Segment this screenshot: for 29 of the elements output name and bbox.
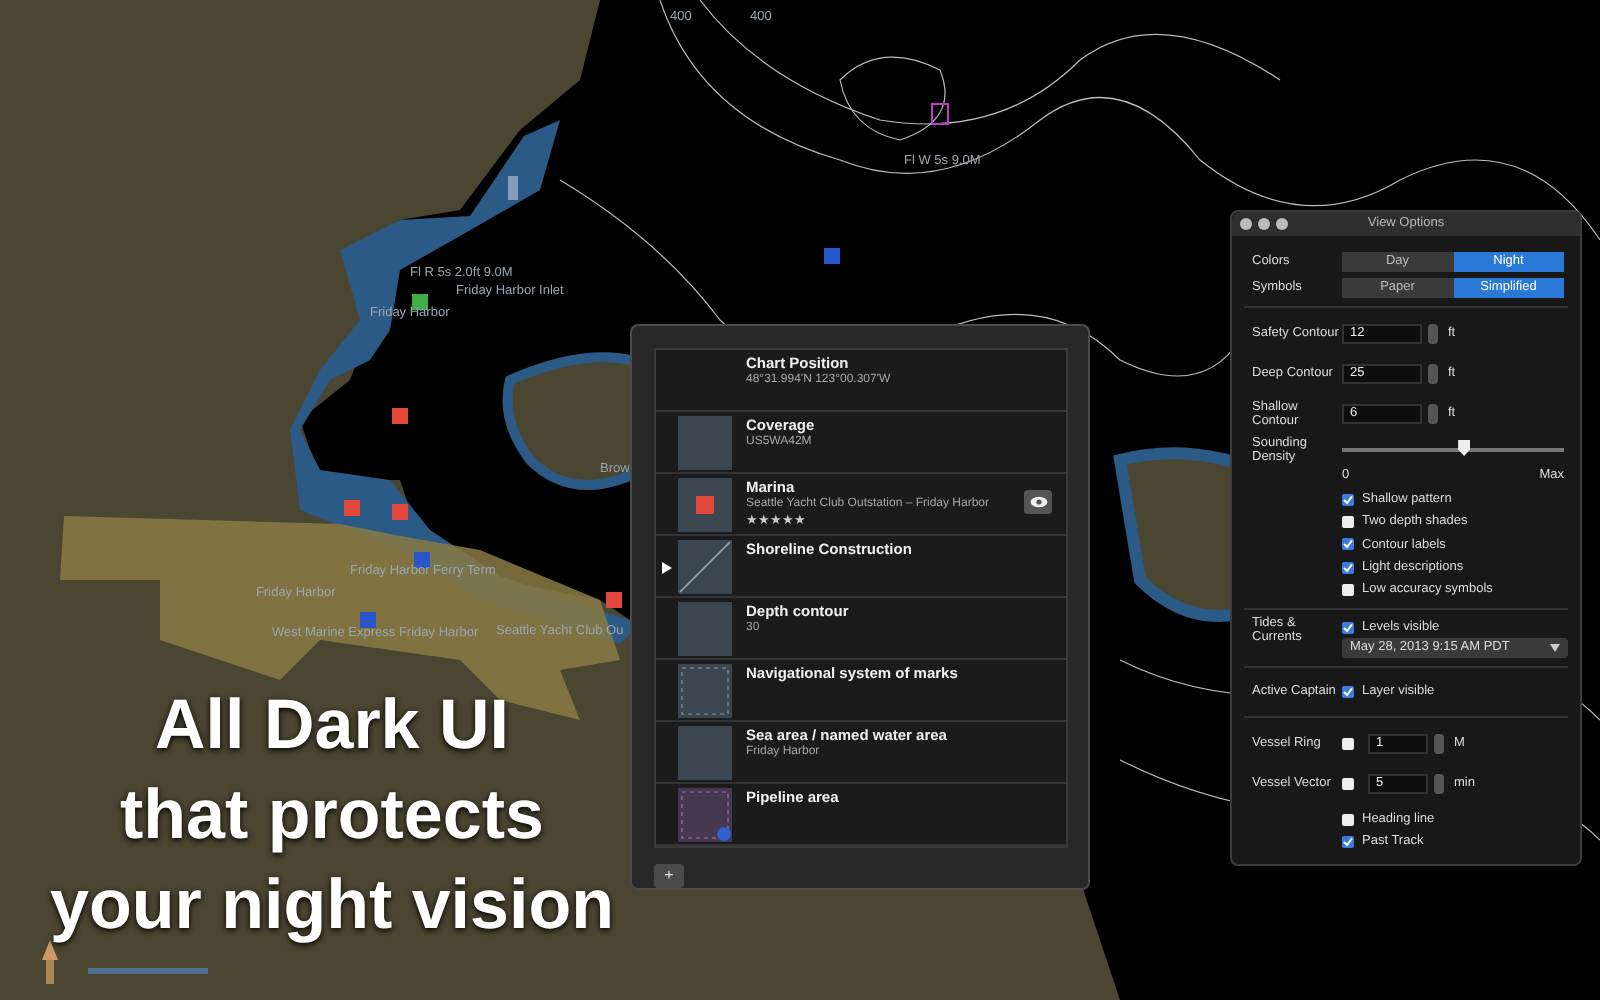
stepper[interactable] <box>1434 733 1444 754</box>
slogan-line: your night vision <box>50 864 614 948</box>
checkbox[interactable] <box>1342 836 1354 849</box>
checkbox[interactable] <box>1342 777 1354 790</box>
stepper[interactable] <box>1434 773 1444 794</box>
checkbox[interactable] <box>1342 685 1354 698</box>
checkbox[interactable] <box>1342 584 1354 597</box>
slogan-line: All Dark UI <box>155 684 509 768</box>
checkbox[interactable] <box>1342 621 1354 634</box>
checkbox[interactable] <box>1342 561 1354 574</box>
disclosure-triangle-icon[interactable] <box>662 562 672 574</box>
add-button[interactable]: + <box>654 864 684 888</box>
eye-button[interactable] <box>1024 490 1052 514</box>
feature-thumbnail <box>678 602 732 656</box>
feature-thumbnail <box>678 726 732 780</box>
line-thumbnail <box>678 540 732 594</box>
checkbox[interactable] <box>1342 516 1354 529</box>
checkbox[interactable] <box>1342 538 1354 551</box>
marina-thumbnail <box>678 478 732 532</box>
marks-thumbnail <box>678 664 732 718</box>
slogan-line: that protects <box>120 774 544 858</box>
eye-icon <box>1029 496 1047 508</box>
pipeline-thumbnail <box>678 788 732 842</box>
caret-icon <box>1550 644 1560 653</box>
slider-thumb[interactable] <box>1458 440 1471 456</box>
checkbox[interactable] <box>1342 493 1354 506</box>
feature-thumbnail <box>678 416 732 470</box>
checkbox[interactable] <box>1342 737 1354 750</box>
checkbox[interactable] <box>1342 813 1354 826</box>
